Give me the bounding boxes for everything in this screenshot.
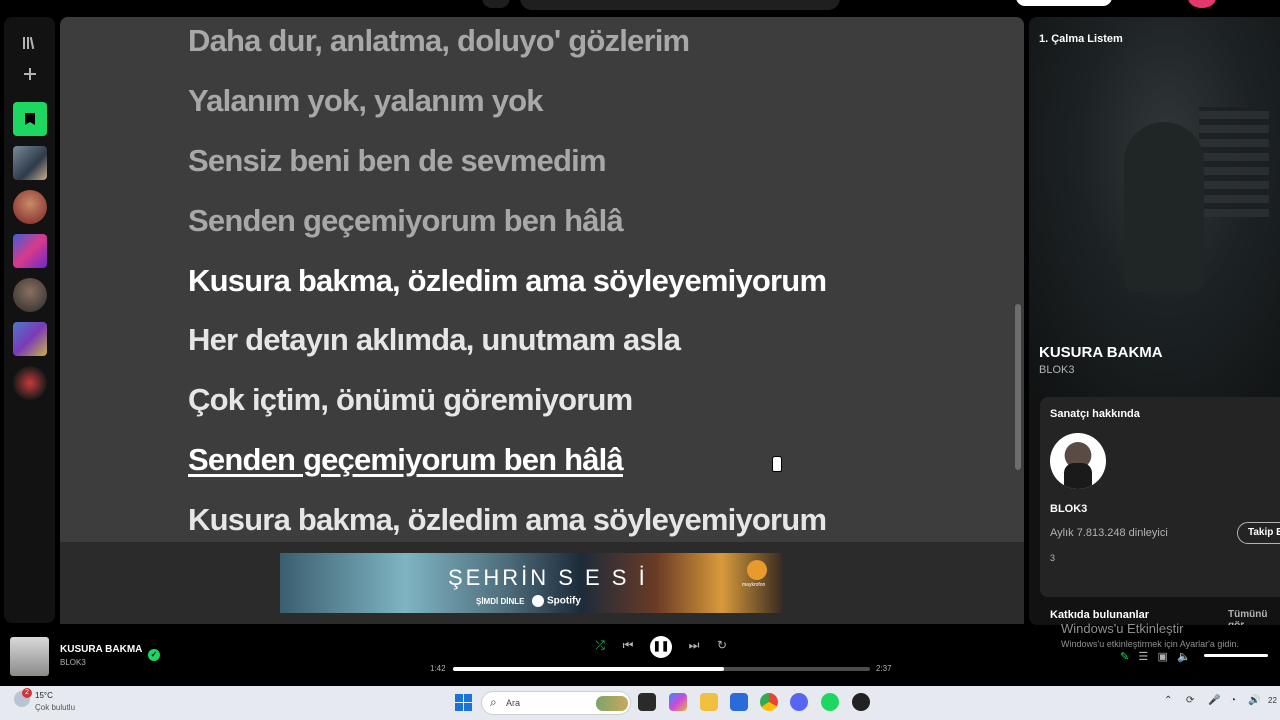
copilot-icon[interactable] xyxy=(669,693,687,711)
previous-icon[interactable]: ⏮ xyxy=(620,638,636,653)
spotify-icon[interactable] xyxy=(821,693,839,711)
lyric-line[interactable]: Daha dur, anlatma, doluyo' gözlerim xyxy=(188,23,690,59)
liked-songs-item[interactable] xyxy=(13,102,47,136)
user-avatar[interactable] xyxy=(1188,0,1216,8)
notification-badge: 2 xyxy=(22,688,32,698)
about-heading: Sanatçı hakkında xyxy=(1050,408,1140,420)
repeat-icon[interactable]: ↻ xyxy=(714,638,730,652)
shuffle-icon[interactable]: ⤮ xyxy=(592,638,608,653)
activation-watermark-text: Windows'u etkinleştirmek için Ayarlar'a … xyxy=(1061,639,1239,649)
maykrofon-logo-icon xyxy=(747,560,767,580)
volume-slider[interactable] xyxy=(1204,654,1268,657)
mouse-cursor xyxy=(772,456,782,472)
banner-subtitle: ŞİMDİ DİNLE xyxy=(476,597,525,606)
canvas-shelf xyxy=(1199,107,1269,217)
show-all-link[interactable]: Tümünü gör xyxy=(1228,609,1280,625)
artist-avatar xyxy=(1050,433,1106,489)
library-sidebar xyxy=(4,17,55,623)
store-icon[interactable] xyxy=(730,693,748,711)
weather-temp[interactable]: 15°C xyxy=(35,691,53,700)
playlist-item[interactable] xyxy=(13,146,47,180)
progress-bar[interactable] xyxy=(453,667,870,671)
now-playing-cover[interactable] xyxy=(10,637,49,676)
search-icon: ⌕ xyxy=(490,695,497,709)
lyric-line[interactable]: Kusura bakma, özledim ama söyleyemiyorum xyxy=(188,502,827,538)
device-icon[interactable]: ▣ xyxy=(1157,651,1167,663)
lyric-line[interactable]: Sensiz beni ben de sevmedim xyxy=(188,143,607,179)
search-input[interactable] xyxy=(520,0,840,10)
chrome-icon[interactable] xyxy=(760,693,778,711)
artist-item[interactable] xyxy=(13,278,47,312)
follow-button[interactable]: Takip Et xyxy=(1237,522,1280,544)
ad-banner[interactable]: ŞEHRİN S E S İ ŞİMDİ DİNLE Spotify maykr… xyxy=(280,553,782,613)
search-highlight-image xyxy=(596,696,628,711)
playlist-item[interactable] xyxy=(13,322,47,356)
about-artist-card[interactable]: Sanatçı hakkında BLOK3 Aylık 7.813.248 d… xyxy=(1040,397,1280,597)
track-artist[interactable]: BLOK3 xyxy=(1039,364,1074,376)
playlist-item[interactable] xyxy=(13,234,47,268)
lyrics-icon[interactable]: ✎ xyxy=(1120,651,1129,663)
home-button[interactable] xyxy=(482,0,510,8)
queue-icon[interactable]: ☰ xyxy=(1138,651,1148,663)
discord-icon[interactable] xyxy=(790,693,808,711)
library-icon[interactable] xyxy=(16,29,44,57)
playlist-name[interactable]: 1. Çalma Listem xyxy=(1039,33,1123,45)
add-icon[interactable] xyxy=(16,60,44,88)
artist-name[interactable]: BLOK3 xyxy=(1050,503,1087,515)
windows-taskbar: 2 15°C Çok bulutlu ⌕ Ara ⌃ ⟳ 🎤 ◔ 🔊 22 xyxy=(0,686,1280,720)
lyric-line[interactable]: Çok içtim, önümü göremiyorum xyxy=(188,382,633,418)
clock[interactable]: 22 xyxy=(1268,696,1277,705)
lyric-line[interactable]: Her detayın aklımda, unutmam asla xyxy=(188,322,681,358)
tray-overflow-icon[interactable]: ⌃ xyxy=(1164,695,1172,706)
now-playing-panel: 1. Çalma Listem KUSURA BAKMA BLOK3 Sanat… xyxy=(1029,17,1280,625)
next-icon[interactable]: ⏭ xyxy=(686,638,702,653)
progress-fill xyxy=(453,667,725,671)
credits-heading: Katkıda bulunanlar xyxy=(1050,609,1150,621)
canvas-figure xyxy=(1124,122,1204,292)
track-title[interactable]: KUSURA BAKMA xyxy=(1039,344,1163,361)
artist-item[interactable] xyxy=(13,190,47,224)
task-view-icon[interactable] xyxy=(638,693,656,711)
duration-time: 2:37 xyxy=(876,664,892,673)
artist-item[interactable] xyxy=(13,366,47,400)
elapsed-time: 1:42 xyxy=(430,664,446,673)
lyrics-view: Daha dur, anlatma, doluyo' gözlerim Yala… xyxy=(60,17,1024,542)
taskbar-search-placeholder: Ara xyxy=(506,698,521,708)
saved-check-icon[interactable]: ✓ xyxy=(148,649,160,661)
artist-canvas xyxy=(1029,17,1280,397)
monthly-listeners: Aylık 7.813.248 dinleyici xyxy=(1050,527,1168,539)
pause-button[interactable]: ❚❚ xyxy=(650,636,672,658)
start-button[interactable] xyxy=(455,694,472,711)
now-playing-title[interactable]: KUSURA BAKMA xyxy=(60,644,142,655)
banner-title: ŞEHRİN S E S İ xyxy=(448,565,648,590)
premium-button[interactable] xyxy=(1016,0,1112,6)
activation-watermark-title: Windows'u Etkinleştir xyxy=(1061,621,1184,636)
speaker-icon[interactable]: 🔊 xyxy=(1248,695,1260,706)
volume-icon[interactable]: 🔈 xyxy=(1177,651,1191,663)
spotify-logo-icon xyxy=(532,595,544,607)
artist-bio: 3 xyxy=(1050,553,1056,563)
app-icon[interactable] xyxy=(852,693,870,711)
player-bar: KUSURA BAKMA BLOK3 ✓ ⤮ ⏮ ❚❚ ⏭ ↻ 1:42 2:3… xyxy=(0,628,1280,686)
taskbar-search[interactable]: ⌕ Ara xyxy=(481,691,631,715)
extra-controls: ✎ ☰ ▣ 🔈 xyxy=(1120,650,1191,663)
file-explorer-icon[interactable] xyxy=(700,693,718,711)
weather-condition[interactable]: Çok bulutlu xyxy=(35,703,75,712)
lyric-line[interactable]: Yalanım yok, yalanım yok xyxy=(188,83,544,119)
lyrics-scrollbar[interactable] xyxy=(1015,304,1021,470)
wifi-icon[interactable]: ◔ xyxy=(1230,695,1236,706)
lyric-line-active[interactable]: Kusura bakma, özledim ama söyleyemiyorum xyxy=(188,263,827,299)
banner-brand: Spotify xyxy=(532,595,581,607)
top-bar xyxy=(0,0,1280,16)
microphone-icon[interactable]: 🎤 xyxy=(1208,695,1220,706)
lyric-line[interactable]: Senden geçemiyorum ben hâlâ xyxy=(188,203,624,239)
banner-logo-text: maykrofon xyxy=(742,582,766,588)
bookmark-icon xyxy=(25,113,35,125)
lyric-line-hovered[interactable]: Senden geçemiyorum ben hâlâ xyxy=(188,442,624,478)
sync-icon[interactable]: ⟳ xyxy=(1186,695,1194,706)
now-playing-artist[interactable]: BLOK3 xyxy=(60,658,86,667)
